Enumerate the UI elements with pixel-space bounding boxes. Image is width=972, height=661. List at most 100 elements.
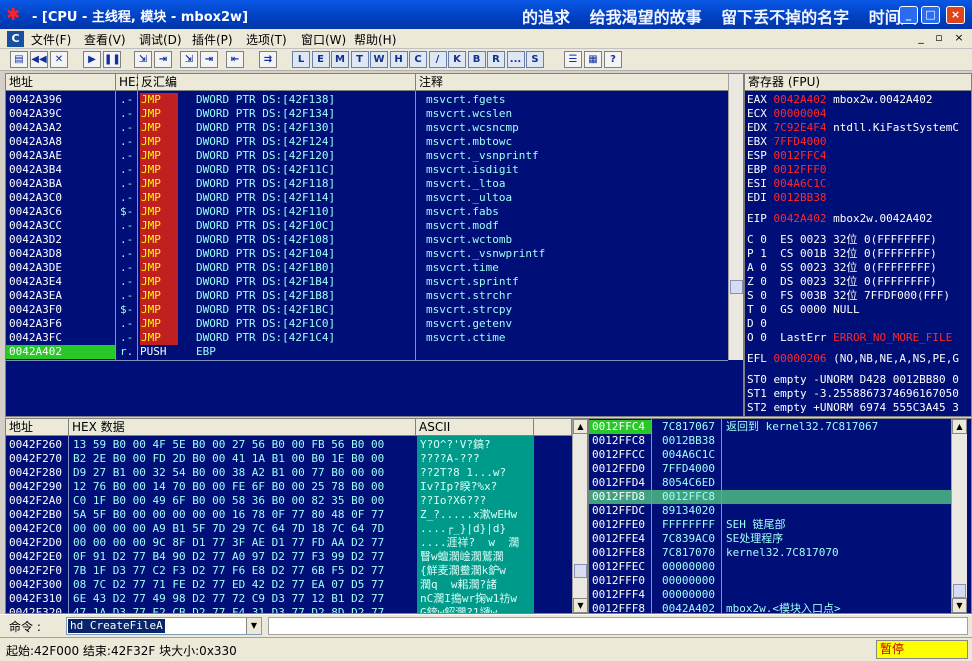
lasterr-row[interactable]: O 0 LastErr ERROR_NO_MORE_FILE: [747, 331, 971, 345]
register-row[interactable]: ESI 004A6C1C: [747, 177, 971, 191]
trace-over-icon[interactable]: ⇥: [200, 51, 218, 68]
trace-into-icon[interactable]: ⇲: [180, 51, 198, 68]
disasm-scrollbar[interactable]: [728, 74, 743, 360]
command-dropdown-button[interactable]: ▼: [246, 618, 261, 634]
dump-scrollbar[interactable]: ▲ ▼: [572, 419, 587, 613]
disasm-row[interactable]: 0042A3C0 .- JMP DWORD PTR DS:[42F114] msvcrt…: [6, 191, 728, 205]
dump-row[interactable]: 0042F2F0 7B 1F D3 77 C2 F3 D2 77 F6 E8 D2…: [6, 564, 572, 578]
disasm-header-disasm[interactable]: 反汇编: [138, 74, 416, 91]
dump-scroll-down-button[interactable]: ▼: [573, 598, 587, 613]
maximize-button[interactable]: □: [921, 6, 940, 24]
mdi-close-button[interactable]: ×: [950, 31, 968, 47]
step-over-icon[interactable]: ⇥: [154, 51, 172, 68]
disasm-header-address[interactable]: 地址: [6, 74, 116, 91]
disasm-header-hex[interactable]: HEX: [116, 74, 144, 91]
toolbar-button-s[interactable]: S: [526, 51, 544, 68]
menu-window[interactable]: 窗口(W): [301, 31, 346, 48]
menu-debug[interactable]: 调试(D): [139, 31, 182, 48]
disasm-row[interactable]: 0042A3E4 .- JMP DWORD PTR DS:[42F1B4] msvcrt…: [6, 275, 728, 289]
cpu-window-icon[interactable]: C: [7, 31, 24, 47]
disasm-row[interactable]: 0042A3CC .- JMP DWORD PTR DS:[42F10C] msvcrt…: [6, 219, 728, 233]
stack-row[interactable]: 0012FFCC 004A6C1C: [589, 448, 951, 462]
stack-list[interactable]: 0012FFC4 7C817067 返回到 kernel32.7C817067 001…: [589, 420, 951, 613]
toolbar-button-t[interactable]: T: [350, 51, 369, 68]
menu-view[interactable]: 查看(V): [84, 31, 126, 48]
stack-scroll-thumb[interactable]: [953, 584, 966, 598]
disasm-row[interactable]: 0042A3F0 $- JMP DWORD PTR DS:[42F1BC] msvcrt…: [6, 303, 728, 317]
menu-options[interactable]: 选项(T): [246, 31, 287, 48]
dump-row[interactable]: 0042F2C0 00 00 00 00 A9 B1 5F 7D 29 7C 64…: [6, 522, 572, 536]
eip-row[interactable]: EIP 0042A402 mbox2w.0042A402: [747, 212, 971, 226]
register-row[interactable]: ECX 00000004: [747, 107, 971, 121]
close-button[interactable]: ×: [946, 6, 965, 24]
disasm-row[interactable]: 0042A3D2 .- JMP DWORD PTR DS:[42F108] msvcrt…: [6, 233, 728, 247]
disasm-row[interactable]: 0042A3DE .- JMP DWORD PTR DS:[42F1B0] msvcrt…: [6, 261, 728, 275]
efl-row[interactable]: EFL 00000206 (NO,NB,NE,A,NS,PE,G: [747, 352, 971, 366]
register-row[interactable]: EAX 0042A402 mbox2w.0042A402: [747, 93, 971, 107]
dump-row[interactable]: 0042F280 D9 27 B1 00 32 54 B0 00 38 A2 B1…: [6, 466, 572, 480]
menu-plugins[interactable]: 插件(P): [192, 31, 233, 48]
stack-row[interactable]: 0012FFC4 7C817067 返回到 kernel32.7C817067: [589, 420, 951, 434]
stack-row[interactable]: 0012FFE8 7C817070 kernel32.7C817070: [589, 546, 951, 560]
stack-row[interactable]: 0012FFD4 8054C6ED: [589, 476, 951, 490]
register-row[interactable]: EBX 7FFD4000: [747, 135, 971, 149]
toolbar-button-l[interactable]: L: [292, 51, 310, 68]
dump-row[interactable]: 0042F260 13 59 B0 00 4F 5E B0 00 27 56 B0…: [6, 438, 572, 452]
stack-scroll-down-button[interactable]: ▼: [952, 598, 967, 613]
stack-row[interactable]: 0012FFE0 FFFFFFFF SEH 链尾部: [589, 518, 951, 532]
stack-row[interactable]: 0012FFEC 00000000: [589, 560, 951, 574]
registers-header[interactable]: 寄存器 (FPU): [745, 74, 971, 91]
stack-row[interactable]: 0012FFF4 00000000: [589, 588, 951, 602]
flag-row[interactable]: S 0 FS 003B 32位 7FFDF000(FFF): [747, 289, 971, 303]
command-input[interactable]: hd CreateFileA: [68, 619, 165, 633]
registers-list[interactable]: EAX 0042A402 mbox2w.0042A402 ECX 00000004…: [747, 93, 971, 415]
mdi-restore-button[interactable]: ▫: [930, 31, 948, 47]
disasm-row[interactable]: 0042A3A2 .- JMP DWORD PTR DS:[42F130] msvcrt…: [6, 121, 728, 135]
flag-row[interactable]: C 0 ES 0023 32位 0(FFFFFFFF): [747, 233, 971, 247]
dump-row[interactable]: 0042F2B0 5A 5F B0 00 00 00 00 00 16 78 0F…: [6, 508, 572, 522]
stack-row[interactable]: 0012FFF0 00000000: [589, 574, 951, 588]
step-into-icon[interactable]: ⇲: [134, 51, 152, 68]
mdi-minimize-button[interactable]: _: [912, 31, 930, 47]
dump-row[interactable]: 0042F290 12 76 B0 00 14 70 B0 00 FE 6F B0…: [6, 480, 572, 494]
toolbar-button-h[interactable]: H: [389, 51, 408, 68]
toolbar-button-m[interactable]: M: [331, 51, 349, 68]
pause-icon[interactable]: ❚❚: [103, 51, 121, 68]
disasm-row[interactable]: 0042A3F6 .- JMP DWORD PTR DS:[42F1C0] msvcrt…: [6, 317, 728, 331]
disasm-row[interactable]: 0042A3B4 .- JMP DWORD PTR DS:[42F11C] msvcrt…: [6, 163, 728, 177]
open-icon[interactable]: ▤: [10, 51, 28, 68]
disasm-header-comment[interactable]: 注释: [416, 74, 729, 91]
disasm-row[interactable]: 0042A3D8 .- JMP DWORD PTR DS:[42F104] msvcrt…: [6, 247, 728, 261]
grid-icon[interactable]: ▦: [584, 51, 602, 68]
dump-list[interactable]: 0042F260 13 59 B0 00 4F 5E B0 00 27 56 B0…: [6, 438, 572, 613]
register-row[interactable]: EBP 0012FFF0: [747, 163, 971, 177]
toolbar-button-k[interactable]: K: [448, 51, 466, 68]
menu-help[interactable]: 帮助(H): [354, 31, 396, 48]
fpu-row[interactable]: ST1 empty -3.2558867374696167050: [747, 387, 971, 401]
stack-row[interactable]: 0012FFD0 7FFD4000: [589, 462, 951, 476]
dump-header-address[interactable]: 地址: [6, 419, 69, 436]
dump-scroll-thumb[interactable]: [574, 564, 587, 578]
execute-till-return-icon[interactable]: ⇤: [226, 51, 244, 68]
toolbar-button-b[interactable]: B: [467, 51, 486, 68]
disasm-row[interactable]: 0042A3FC .- JMP DWORD PTR DS:[42F1C4] msvcrt…: [6, 331, 728, 345]
flag-row[interactable]: A 0 SS 0023 32位 0(FFFFFFFF): [747, 261, 971, 275]
dump-row[interactable]: 0042F300 08 7C D2 77 71 FE D2 77 ED 42 D2…: [6, 578, 572, 592]
flag-row[interactable]: Z 0 DS 0023 32位 0(FFFFFFFF): [747, 275, 971, 289]
help-icon[interactable]: ?: [604, 51, 622, 68]
dump-scroll-up-button[interactable]: ▲: [573, 419, 587, 434]
close-icon[interactable]: ✕: [50, 51, 68, 68]
dump-row[interactable]: 0042F2A0 C0 1F B0 00 49 6F B0 00 58 36 B0…: [6, 494, 572, 508]
disasm-list[interactable]: 0042A396 .- JMP DWORD PTR DS:[42F138] msvcrt…: [6, 93, 728, 359]
flag-row[interactable]: P 1 CS 001B 32位 0(FFFFFFFF): [747, 247, 971, 261]
disasm-row[interactable]: 0042A3C6 $- JMP DWORD PTR DS:[42F110] msvcrt…: [6, 205, 728, 219]
disasm-row[interactable]: 0042A3BA .- JMP DWORD PTR DS:[42F118] msvcrt…: [6, 177, 728, 191]
register-row[interactable]: EDX 7C92E4F4 ntdll.KiFastSystemC: [747, 121, 971, 135]
stack-scrollbar[interactable]: ▲ ▼: [951, 419, 967, 613]
stack-row[interactable]: 0012FFF8 0042A402 mbox2w.<模块入口点>: [589, 602, 951, 613]
stack-row[interactable]: 0012FFE4 7C839AC0 SE处理程序: [589, 532, 951, 546]
disasm-scroll-thumb[interactable]: [730, 280, 743, 294]
disasm-row[interactable]: 0042A402 r. PUSH EBP: [6, 345, 728, 359]
dump-header-hex[interactable]: HEX 数据: [69, 419, 416, 436]
title-bar[interactable]: ✱ - [CPU - 主线程, 模块 - mbox2w] 的追求 给我渴望的故事…: [0, 0, 972, 29]
